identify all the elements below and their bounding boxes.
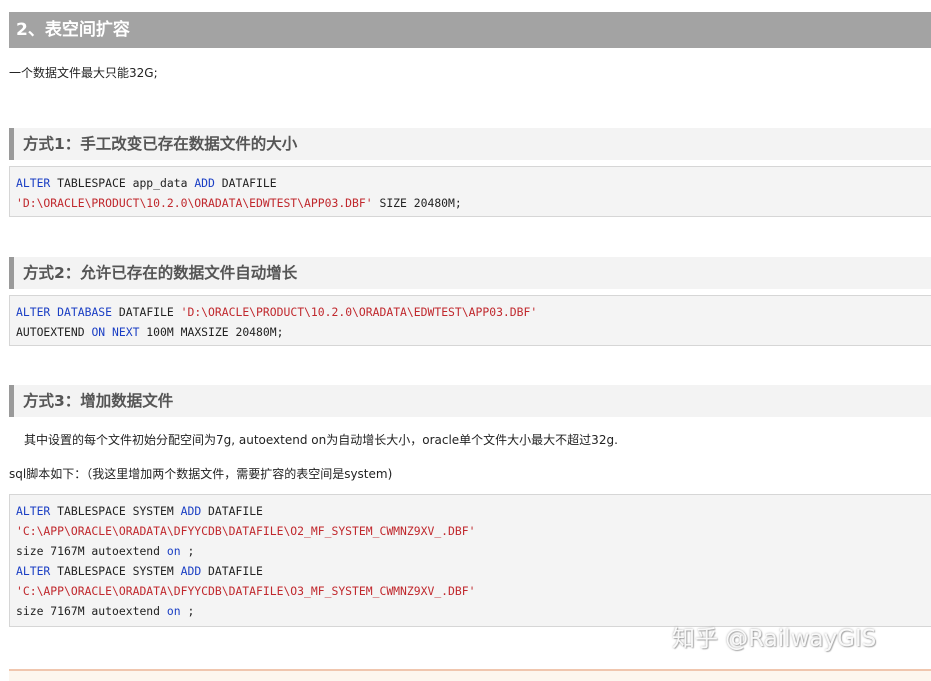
method3-code-block: ALTER TABLESPACE SYSTEM ADD DATAFILE 'C:\… xyxy=(9,494,931,627)
code-line: ALTER TABLESPACE SYSTEM ADD DATAFILE xyxy=(16,561,931,581)
code-line: AUTOEXTEND ON NEXT 100M MAXSIZE 20480M; xyxy=(16,322,931,342)
code-keyword: on xyxy=(166,604,181,618)
code-text: TABLESPACE app_data xyxy=(50,176,195,190)
code-string: 'C:\APP\ORACLE\ORADATA\DFYYCDB\DATAFILE\… xyxy=(16,584,476,598)
code-keyword: DATABASE xyxy=(57,305,113,319)
code-line: size 7167M autoextend on ; xyxy=(16,601,931,621)
code-keyword: on xyxy=(166,544,181,558)
code-text: TABLESPACE SYSTEM xyxy=(50,564,181,578)
code-text: DATAFILE xyxy=(201,504,263,518)
code-keyword: ADD xyxy=(180,504,202,518)
code-text: ; xyxy=(180,544,195,558)
code-string: 'C:\APP\ORACLE\ORADATA\DFYYCDB\DATAFILE\… xyxy=(16,524,476,538)
method2-code-block: ALTER DATABASE DATAFILE 'D:\ORACLE\PRODU… xyxy=(9,295,931,346)
code-keyword: ALTER xyxy=(16,564,51,578)
section-title: 2、表空间扩容 xyxy=(9,12,931,48)
code-text: SIZE 20480M; xyxy=(372,196,462,210)
code-text: TABLESPACE SYSTEM xyxy=(50,504,181,518)
code-keyword: ON xyxy=(91,325,106,339)
code-line: size 7167M autoextend on ; xyxy=(16,541,931,561)
code-keyword: ADD xyxy=(194,176,215,190)
code-keyword: ADD xyxy=(180,564,202,578)
code-keyword: NEXT xyxy=(112,325,140,339)
code-string: 'D:\ORACLE\PRODUCT\10.2.0\ORADATA\EDWTES… xyxy=(180,305,538,319)
code-text: size 7167M autoextend xyxy=(16,604,167,618)
code-text: size 7167M autoextend xyxy=(16,544,167,558)
method2-title: 方式2：允许已存在的数据文件自动增长 xyxy=(9,257,931,289)
code-line: ALTER TABLESPACE app_data ADD DATAFILE xyxy=(16,173,931,193)
method3-description: 其中设置的每个文件初始分配空间为7g, autoextend on为自动增长大小… xyxy=(24,433,618,447)
sql-intro-text: sql脚本如下：（我这里增加两个数据文件，需要扩容的表空间是system) xyxy=(9,467,393,481)
method1-code-block: ALTER TABLESPACE app_data ADD DATAFILE 'D… xyxy=(9,166,931,217)
code-line: 'D:\ORACLE\PRODUCT\10.2.0\ORADATA\EDWTES… xyxy=(16,193,931,213)
code-text: ; xyxy=(180,604,195,618)
code-line: ALTER TABLESPACE SYSTEM ADD DATAFILE xyxy=(16,501,931,521)
watermark: 知乎 @RailwayGIS xyxy=(672,626,877,652)
code-text: DATAFILE xyxy=(201,564,263,578)
code-text: DATAFILE xyxy=(214,176,277,190)
code-text: DATAFILE xyxy=(112,305,181,319)
intro-text: 一个数据文件最大只能32G; xyxy=(9,66,158,80)
code-line: 'C:\APP\ORACLE\ORADATA\DFYYCDB\DATAFILE\… xyxy=(16,521,931,541)
code-keyword: ALTER xyxy=(16,305,51,319)
code-line: ALTER DATABASE DATAFILE 'D:\ORACLE\PRODU… xyxy=(16,302,931,322)
code-keyword: ALTER xyxy=(16,176,51,190)
code-keyword: ALTER xyxy=(16,504,51,518)
code-text: AUTOEXTEND xyxy=(16,325,92,339)
method3-title: 方式3：增加数据文件 xyxy=(9,385,931,417)
method1-title: 方式1：手工改变已存在数据文件的大小 xyxy=(9,128,931,160)
code-string: 'D:\ORACLE\PRODUCT\10.2.0\ORADATA\EDWTES… xyxy=(16,196,373,210)
bottom-note-box xyxy=(9,669,931,681)
code-line: 'C:\APP\ORACLE\ORADATA\DFYYCDB\DATAFILE\… xyxy=(16,581,931,601)
code-text: 100M MAXSIZE 20480M; xyxy=(139,325,284,339)
